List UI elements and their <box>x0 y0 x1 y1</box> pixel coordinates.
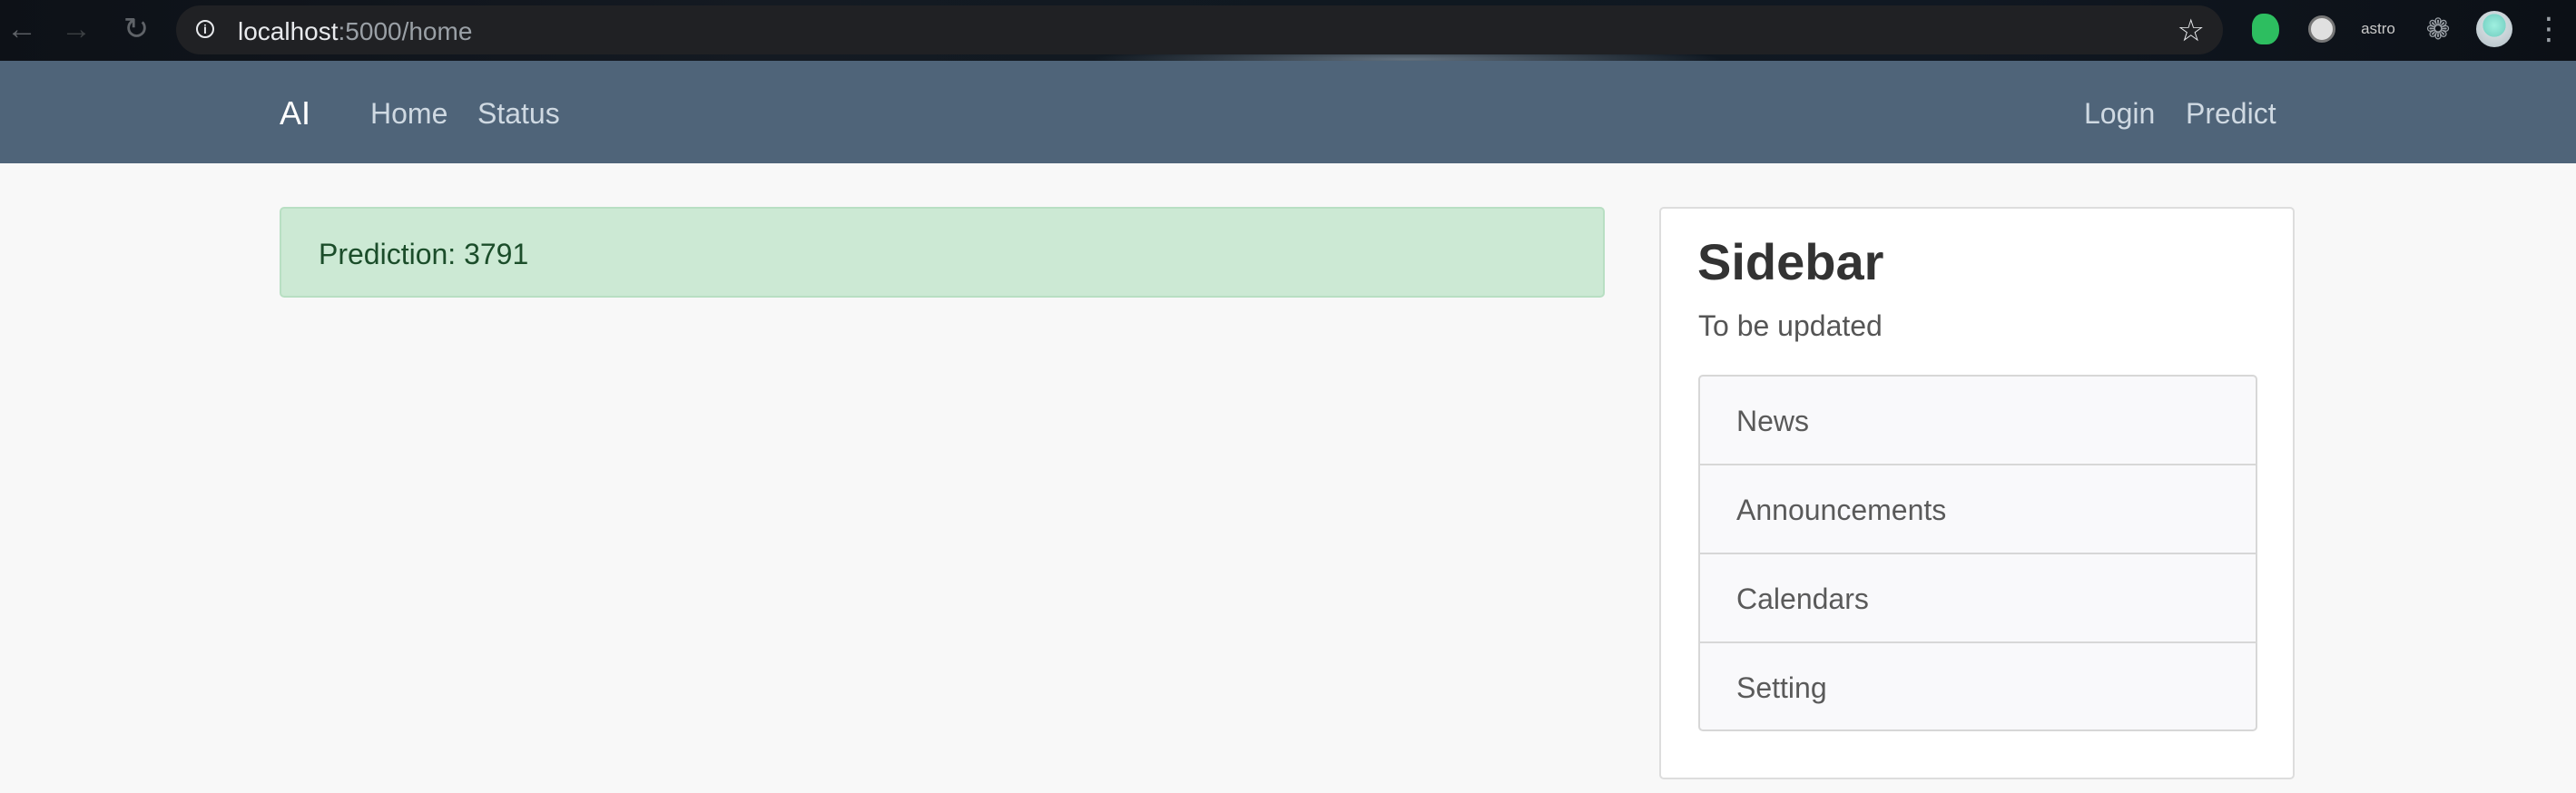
sidebar-item-label: Calendars <box>1736 583 1869 615</box>
url-text[interactable]: localhost:5000/home <box>238 17 472 46</box>
prediction-text: Prediction: 3791 <box>319 238 529 270</box>
evernote-icon[interactable] <box>2246 9 2286 49</box>
url-host: localhost <box>238 17 339 45</box>
sidebar-item-calendars[interactable]: Calendars <box>1700 554 2256 643</box>
prediction-alert: Prediction: 3791 <box>280 207 1605 298</box>
back-arrow-icon[interactable]: ← <box>0 7 44 51</box>
site-navbar: AI Home Status Login Predict <box>0 61 2576 163</box>
info-icon[interactable]: i <box>196 20 214 38</box>
puzzle-icon[interactable]: ❁ <box>2418 9 2458 49</box>
astro-icon[interactable]: astro <box>2358 9 2398 49</box>
profile-avatar-icon[interactable] <box>2474 9 2514 49</box>
nav-link-login[interactable]: Login <box>2084 97 2155 131</box>
sidebar-item-label: Setting <box>1736 671 1827 704</box>
browser-toolbar: ← → ↻ i localhost:5000/home ☆ astro ❁ ⋮ <box>0 0 2576 61</box>
star-icon[interactable]: ☆ <box>2178 13 2205 49</box>
url-path: :5000/home <box>338 17 473 45</box>
sidebar-title: Sidebar <box>1697 233 1884 290</box>
film-reel-icon[interactable] <box>2302 9 2342 49</box>
sidebar-subtitle: To be updated <box>1698 309 1883 342</box>
sidebar-panel: Sidebar To be updated News Announcements… <box>1659 207 2295 779</box>
forward-arrow-icon[interactable]: → <box>54 7 98 51</box>
nav-link-predict[interactable]: Predict <box>2186 97 2276 131</box>
sidebar-list: News Announcements Calendars Setting <box>1698 375 2257 731</box>
sidebar-item-news[interactable]: News <box>1700 377 2256 465</box>
nav-link-home[interactable]: Home <box>370 97 447 131</box>
brand-logo[interactable]: AI <box>280 94 310 132</box>
reload-icon[interactable]: ↻ <box>114 7 158 51</box>
kebab-menu-icon[interactable]: ⋮ <box>2529 9 2569 49</box>
astro-label: astro <box>2361 20 2395 37</box>
sidebar-item-announcements[interactable]: Announcements <box>1700 465 2256 554</box>
sidebar-item-label: News <box>1736 405 1810 437</box>
address-bar[interactable]: i localhost:5000/home ☆ <box>176 5 2223 54</box>
sidebar-item-setting[interactable]: Setting <box>1700 643 2256 732</box>
sidebar-item-label: Announcements <box>1736 494 1947 526</box>
nav-link-status[interactable]: Status <box>477 97 560 131</box>
